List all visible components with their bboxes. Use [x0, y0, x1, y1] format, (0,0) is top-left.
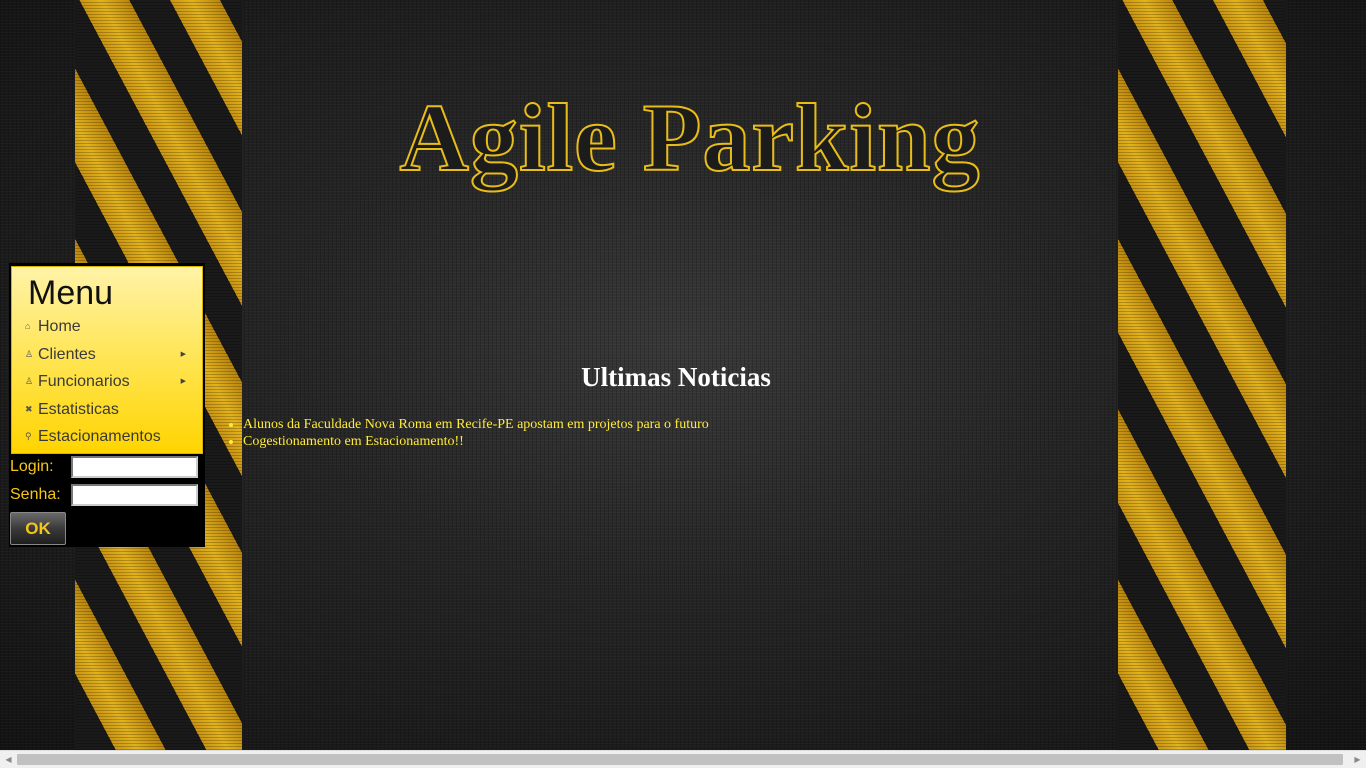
menu-panel: Menu ⌂ Home ♙ Clientes ▶ ♙ Funcionarios …	[11, 266, 203, 454]
menu-item-label: Estacionamentos	[38, 428, 161, 445]
news-title: Ultimas Noticias	[581, 362, 771, 392]
submenu-arrow-icon: ▶	[180, 350, 186, 358]
menu-item-label: Clientes	[38, 345, 96, 363]
menu-item-estacionamentos[interactable]: ⚲ Estacionamentos	[12, 423, 202, 451]
horizontal-scrollbar[interactable]: ◀ ▶	[0, 750, 1366, 768]
sidebar: Menu ⌂ Home ♙ Clientes ▶ ♙ Funcionarios …	[9, 263, 205, 547]
scroll-left-icon[interactable]: ◀	[0, 751, 17, 768]
caution-stripes-right	[1118, 0, 1286, 750]
submenu-arrow-icon: ▶	[180, 378, 186, 385]
menu-title: Menu	[28, 274, 114, 312]
site-title: Agile Parking	[399, 83, 981, 192]
menu-item-estatisticas[interactable]: ✖ Estatisticas	[12, 396, 202, 424]
password-label: Senha:	[10, 486, 61, 503]
wrench-icon: ✖	[25, 403, 33, 414]
news-item[interactable]: Alunos da Faculdade Nova Roma em Recife-…	[243, 416, 709, 433]
menu-item-label: Funcionarios	[38, 373, 130, 390]
scroll-right-icon[interactable]: ▶	[1349, 751, 1366, 768]
search-icon: ⚲	[25, 431, 32, 441]
menu-item-home[interactable]: ⌂ Home	[12, 313, 202, 341]
menu-item-funcionarios[interactable]: ♙ Funcionarios ▶	[12, 368, 202, 396]
login-label: Login:	[10, 458, 54, 475]
password-field[interactable]	[71, 484, 198, 506]
home-icon: ⌂	[25, 321, 31, 331]
scrollbar-thumb[interactable]	[17, 754, 1343, 765]
menu-item-label: Estatisticas	[38, 400, 119, 418]
news-item[interactable]: Cogestionamento em Estacionamento!!	[243, 433, 709, 450]
login-field[interactable]	[71, 456, 198, 478]
news-list: Alunos da Faculdade Nova Roma em Recife-…	[227, 416, 709, 450]
menu-item-label: Home	[38, 318, 81, 335]
user-icon: ♙	[25, 376, 34, 386]
ok-button[interactable]: OK	[10, 512, 66, 545]
user-icon: ♙	[25, 348, 34, 359]
menu-item-clientes[interactable]: ♙ Clientes ▶	[12, 341, 202, 369]
